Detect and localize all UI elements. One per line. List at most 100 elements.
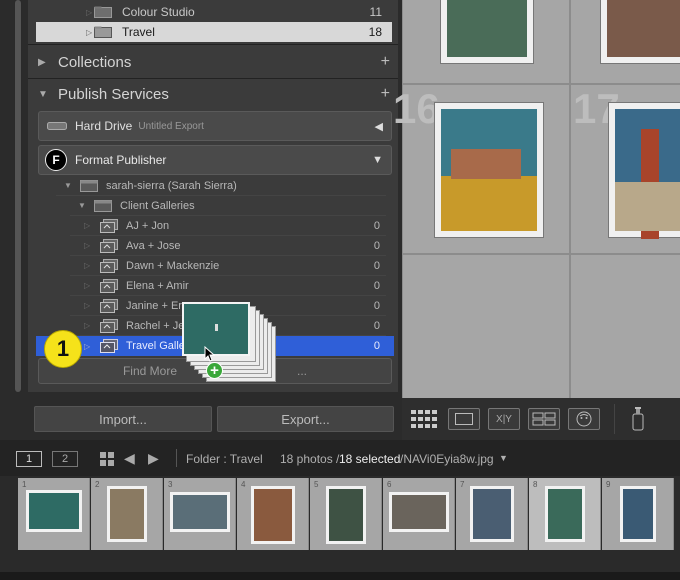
primary-window-button[interactable]: 1 (16, 451, 42, 467)
filmstrip-thumbnail[interactable] (470, 486, 514, 542)
disclosure-icon[interactable]: ▷ (70, 261, 90, 270)
filmstrip-cell[interactable]: 5 (310, 478, 382, 550)
add-collection-icon[interactable]: + (381, 53, 390, 71)
expand-arrow-icon[interactable]: ▼ (56, 181, 80, 190)
publish-services-header[interactable]: ▼ Publish Services + (28, 79, 398, 109)
filmstrip-cell[interactable]: 8 (529, 478, 601, 550)
filmstrip-cell[interactable]: 6 (383, 478, 455, 550)
folder-row[interactable]: ▷ Colour Studio 11 (36, 2, 392, 22)
people-view-icon[interactable] (568, 408, 600, 430)
filmstrip-cell[interactable]: 9 (602, 478, 674, 550)
cell-number: 16 (393, 85, 440, 132)
cell-index: 8 (533, 480, 538, 489)
published-collection-icon (100, 258, 118, 273)
filmstrip-cell[interactable]: 4 (237, 478, 309, 550)
dropdown-caret-icon[interactable]: ▼ (499, 453, 508, 463)
collapsed-triangle-icon[interactable]: ◀ (375, 120, 383, 133)
client-galleries-row[interactable]: ▼ Client Galleries (70, 196, 386, 216)
spray-can-icon[interactable] (630, 406, 646, 432)
cell-index: 5 (314, 480, 319, 489)
filmstrip-cell[interactable]: 3 (164, 478, 236, 550)
flower-field (441, 176, 537, 231)
folder-icon (94, 6, 112, 18)
gallery-count: 0 (373, 340, 380, 352)
folder-row-selected[interactable]: ▷ Travel 18 (36, 22, 392, 42)
collection-set-icon (94, 199, 112, 212)
grid-cell[interactable]: 17 (570, 84, 680, 254)
disclosure-icon[interactable]: ▷ (36, 28, 92, 37)
format-publisher-service[interactable]: F Format Publisher ▼ (38, 145, 392, 175)
thumbnail-mountain[interactable] (441, 0, 533, 63)
disclosure-icon[interactable]: ▷ (70, 241, 90, 250)
filmstrip-cell[interactable]: 1 (18, 478, 90, 550)
secondary-window-button[interactable]: 2 (52, 451, 78, 467)
forward-arrow-icon[interactable]: ▶ (148, 450, 159, 467)
gallery-count: 0 (373, 299, 380, 312)
grid-cell[interactable]: 16 (393, 84, 570, 254)
filmstrip-thumbnail[interactable] (107, 486, 147, 542)
folder-count: 11 (369, 5, 382, 19)
disclosure-icon[interactable]: ▷ (70, 321, 90, 330)
thumbnail-coastal-village[interactable] (435, 103, 543, 237)
add-publish-service-icon[interactable]: + (381, 85, 390, 103)
survey-view-icon[interactable] (528, 408, 560, 430)
import-button[interactable]: Import... (34, 406, 212, 432)
left-panel-scroll-thumb[interactable] (15, 0, 21, 392)
filmstrip-thumbnail[interactable] (620, 486, 656, 542)
source-folder-label[interactable]: Folder : Travel (186, 452, 263, 466)
grid-view-icon[interactable] (410, 408, 440, 430)
disclosure-icon[interactable]: ▷ (36, 8, 92, 17)
hard-drive-service[interactable]: Hard Drive Untitled Export ◀ (38, 111, 392, 141)
disclosure-icon[interactable]: ▷ (70, 221, 90, 230)
filmstrip-thumbnail[interactable] (545, 486, 585, 542)
filmstrip-thumbnail[interactable] (170, 492, 230, 532)
client-galleries-name: Client Galleries (120, 199, 195, 212)
collections-header[interactable]: ▶ Collections + (28, 47, 398, 77)
gallery-row[interactable]: ▷ AJ + Jon 0 (70, 216, 386, 236)
compare-view-icon[interactable]: X|Y (488, 408, 520, 430)
gallery-row[interactable]: ▷ Dawn + Mackenzie 0 (70, 256, 386, 276)
dragged-photo (182, 302, 250, 356)
filmstrip-thumbnail[interactable] (326, 486, 366, 544)
person-figure (215, 324, 218, 331)
step-number-badge: 1 (44, 330, 82, 368)
filmstrip-thumbnail[interactable] (389, 492, 449, 532)
selected-count-label: 18 selected (339, 452, 401, 466)
published-collection-icon (100, 278, 118, 293)
grid-toolbar: X|Y (402, 398, 680, 440)
buildings (615, 182, 680, 231)
filename-label[interactable]: /NAVi0Eyia8w.jpg (400, 452, 494, 466)
gallery-name: Elena + Amir (126, 279, 189, 292)
grid-cell[interactable] (402, 254, 570, 404)
grid-cell[interactable] (570, 0, 680, 84)
export-button[interactable]: Export... (217, 406, 394, 432)
gallery-count: 0 (373, 219, 380, 232)
published-collection-icon (100, 298, 118, 313)
cell-index: 2 (95, 480, 100, 489)
thumbnail-bell-tower[interactable] (609, 103, 680, 239)
filmstrip-cell[interactable]: 7 (456, 478, 528, 550)
grid-cell[interactable] (570, 254, 680, 404)
gallery-name: Ava + Jose (126, 239, 181, 252)
filmstrip-toolbar: 1 2 ◀ ▶ Folder : Travel 18 photos / 18 s… (0, 440, 680, 476)
filmstrip-thumbnail[interactable] (26, 490, 82, 532)
gallery-row[interactable]: ▷ Elena + Amir 0 (70, 276, 386, 296)
expanded-triangle-icon[interactable]: ▼ (372, 154, 383, 166)
account-row[interactable]: ▼ sarah-sierra (Sarah Sierra) (56, 176, 386, 196)
loupe-view-icon[interactable] (448, 408, 480, 430)
thumbnail-bridge[interactable] (601, 0, 680, 63)
hard-drive-name: Hard Drive (75, 119, 133, 133)
disclosure-icon[interactable]: ▷ (70, 281, 90, 290)
filmstrip-thumbnail[interactable] (251, 486, 295, 544)
gallery-count: 0 (373, 259, 380, 272)
gallery-row[interactable]: ▷ Ava + Jose 0 (70, 236, 386, 256)
disclosure-icon[interactable]: ▷ (70, 301, 90, 310)
folder-name: Colour Studio (122, 5, 195, 19)
grid-switch-icon[interactable] (100, 452, 114, 466)
grid-cell[interactable] (402, 0, 570, 84)
filmstrip-cell[interactable]: 2 (91, 478, 163, 550)
back-arrow-icon[interactable]: ◀ (124, 450, 135, 467)
folder-count: 18 (368, 25, 382, 39)
toolbar-divider (614, 404, 615, 434)
expand-arrow-icon[interactable]: ▼ (70, 201, 94, 210)
